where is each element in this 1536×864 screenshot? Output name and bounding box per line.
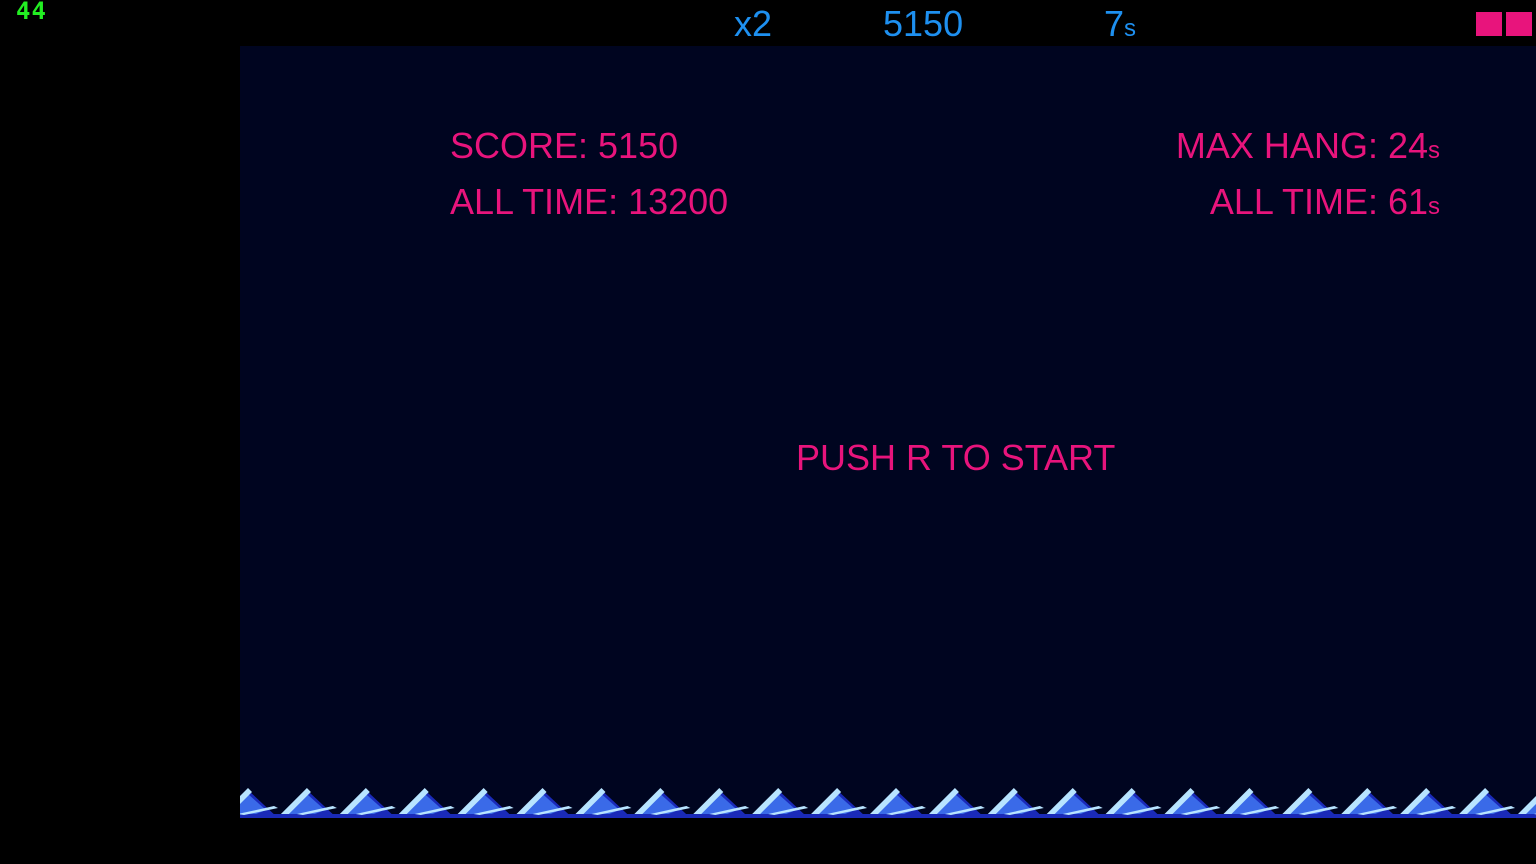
- wave-crest: [1337, 788, 1398, 818]
- wave-crest: [630, 788, 691, 818]
- wave-crest: [1042, 788, 1103, 818]
- wave-crest: [512, 788, 573, 818]
- wave-crest: [571, 788, 632, 818]
- max-hang-stat: MAX HANG: 24s: [1176, 126, 1440, 171]
- hud-hang-time-unit: s: [1124, 15, 1137, 42]
- max-hang-unit: s: [1428, 137, 1440, 164]
- wave-crest: [689, 788, 750, 818]
- wave-crest: [1396, 788, 1457, 818]
- fps-counter: 44: [16, 0, 47, 25]
- wave-crest: [240, 788, 278, 818]
- wave-crest: [807, 788, 868, 818]
- wave-crest: [394, 788, 455, 818]
- lives-indicator: [1476, 12, 1532, 36]
- water-waves-icon: [240, 788, 1536, 818]
- score-stat: SCORE: 5150: [450, 125, 679, 166]
- wave-crest: [453, 788, 514, 818]
- playfield[interactable]: SCORE: 5150 ALL TIME: 13200 MAX HANG: 24…: [240, 46, 1536, 818]
- score-all-time-stat: ALL TIME: 13200: [450, 181, 729, 222]
- wave-crest: [924, 788, 985, 818]
- max-hang-value: MAX HANG: 24: [1175, 125, 1428, 166]
- wave-crest: [1514, 796, 1536, 818]
- wave-crest: [1278, 788, 1339, 818]
- hud-score: 5150: [883, 3, 964, 44]
- wave-crest: [1160, 788, 1221, 818]
- wave-crest: [1101, 788, 1162, 818]
- hud-hang-time: 7s: [1104, 4, 1136, 49]
- wave-crest: [748, 788, 809, 818]
- wave-crest: [335, 788, 396, 818]
- wave-crest: [1219, 788, 1280, 818]
- hang-all-time-unit: s: [1428, 193, 1440, 220]
- hud-hang-time-value: 7: [1104, 3, 1125, 44]
- life-block-icon: [1476, 12, 1502, 36]
- life-block-icon: [1506, 12, 1532, 36]
- wave-crest: [1455, 788, 1516, 818]
- hang-all-time-value: ALL TIME: 61: [1209, 181, 1428, 222]
- hud-multiplier: x2: [734, 3, 773, 44]
- wave-crest: [983, 788, 1044, 818]
- hang-all-time-stat: ALL TIME: 61s: [1210, 182, 1440, 227]
- start-prompt: PUSH R TO START: [796, 437, 1116, 478]
- wave-crest: [866, 788, 926, 818]
- wave-crest: [276, 788, 337, 818]
